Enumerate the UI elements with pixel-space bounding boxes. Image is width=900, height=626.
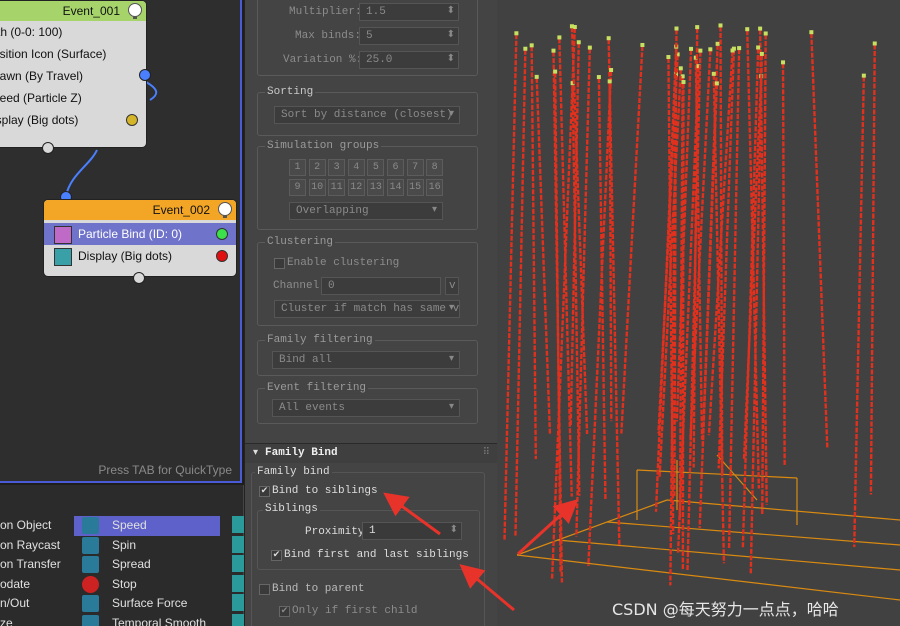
annotation-arrows: [383, 492, 579, 612]
arrow-to-strands: [516, 498, 579, 556]
arrow-to-bind-siblings: [383, 492, 441, 536]
csdn-watermark: CSDN @每天努力一点点，哈哈: [612, 600, 839, 619]
arrow-to-bind-first-last: [459, 564, 515, 612]
